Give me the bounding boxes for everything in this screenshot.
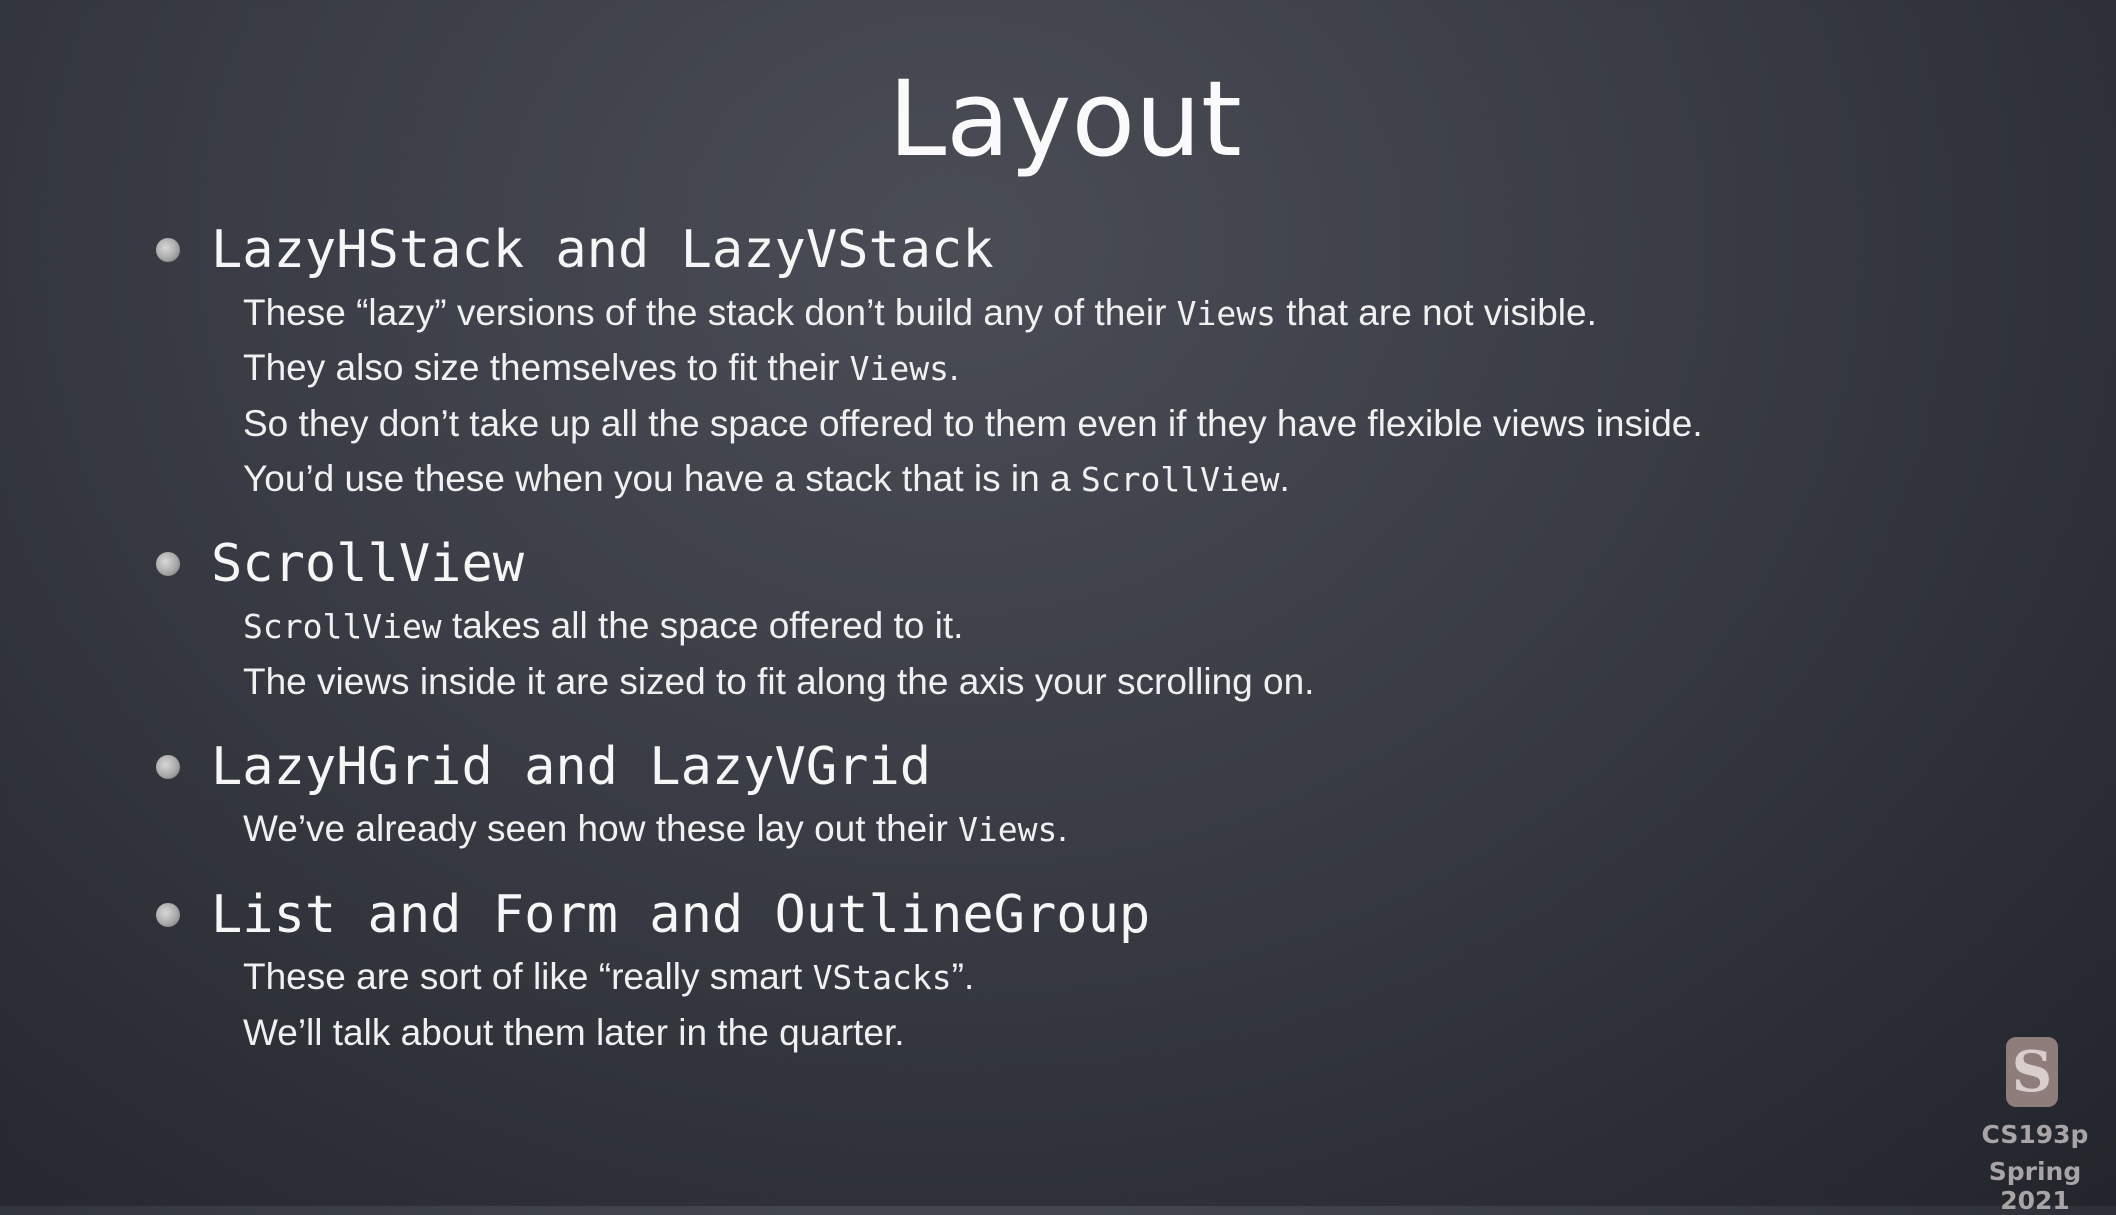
text-segment: The views inside it are sized to fit alo… [243, 661, 1315, 702]
section-heading: LazyHStack and LazyVStack [211, 220, 994, 280]
bullet-icon [156, 238, 180, 262]
course-term: Spring 2021 [1988, 1157, 2082, 1215]
slide-title: Layout [888, 58, 1242, 180]
code-text: Views [849, 349, 949, 388]
bullet-icon [156, 755, 180, 779]
text-segment: So they don’t take up all the space offe… [243, 403, 1703, 444]
text-segment: ”. [951, 956, 975, 997]
section-line: They also size themselves to fit their V… [243, 347, 959, 389]
text-segment: They also size themselves to fit their [243, 347, 850, 388]
stanford-logo-letter: S [2011, 1039, 2053, 1105]
section-heading: LazyHGrid and LazyVGrid [211, 737, 932, 797]
code-text: Views [958, 810, 1058, 849]
section-line: So they don’t take up all the space offe… [243, 403, 1703, 445]
code-text: ScrollView [243, 607, 442, 646]
section-line: We’ll talk about them later in the quart… [243, 1012, 905, 1054]
bullet-icon [156, 903, 180, 927]
section-line: ScrollView takes all the space offered t… [243, 605, 963, 647]
text-segment: . [1279, 458, 1290, 499]
section-line: These “lazy” versions of the stack don’t… [243, 292, 1597, 334]
section-heading: List and Form and OutlineGroup [211, 885, 1151, 945]
code-text: ScrollView [1080, 460, 1280, 499]
course-name: CS193p [1981, 1120, 2089, 1149]
section-line: We’ve already seen how these lay out the… [243, 808, 1068, 850]
section-line: These are sort of like “really smart VSt… [243, 956, 974, 998]
section-line: The views inside it are sized to fit alo… [243, 661, 1314, 703]
text-segment: that are not visible. [1276, 292, 1597, 333]
text-segment: We’ve already seen how these lay out the… [243, 808, 959, 849]
section-line: You’d use these when you have a stack th… [243, 458, 1290, 500]
text-segment: These are sort of like “really smart [243, 956, 813, 997]
text-segment: . [1057, 808, 1068, 849]
text-segment: You’d use these when you have a stack th… [243, 458, 1081, 499]
text-segment: . [948, 347, 960, 388]
text-segment: takes all the space offered to it. [441, 605, 964, 646]
stanford-logo: S [2006, 1037, 2058, 1107]
bullet-icon [156, 552, 180, 576]
section-heading: ScrollView [211, 534, 525, 594]
code-text: VStacks [812, 958, 952, 997]
code-text: Views [1176, 294, 1277, 333]
text-segment: We’ll talk about them later in the quart… [243, 1012, 905, 1053]
text-segment: These “lazy” versions of the stack don’t… [243, 292, 1177, 333]
